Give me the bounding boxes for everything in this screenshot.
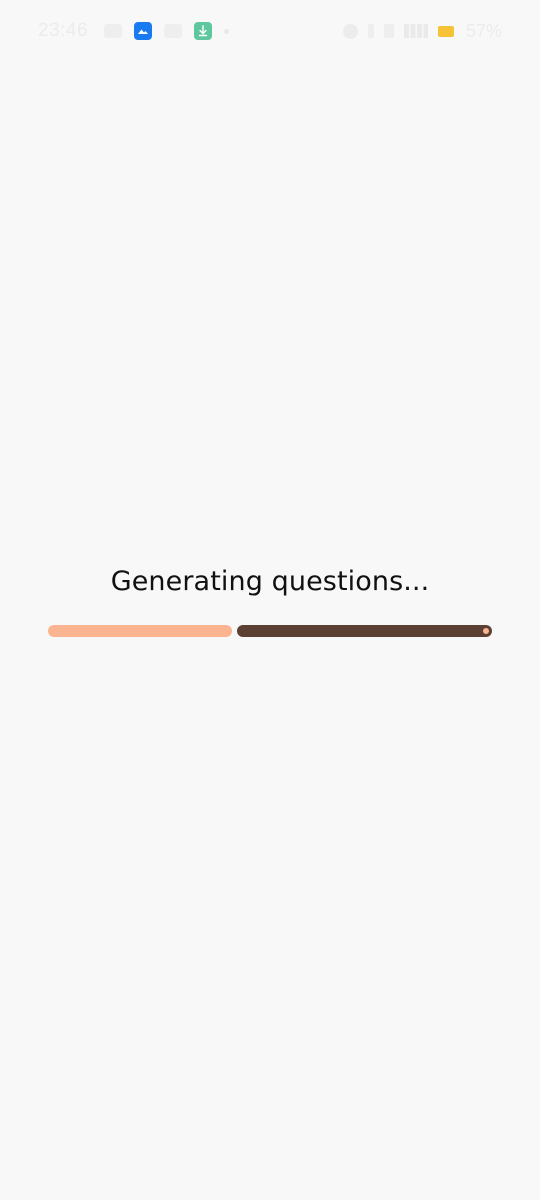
- bluetooth-icon: [367, 24, 374, 38]
- alarm-icon: [342, 23, 358, 39]
- status-bar: 23:46 57%: [0, 0, 540, 62]
- gallery-app-icon: [134, 22, 153, 40]
- status-time: 23:46: [38, 20, 89, 41]
- progress-indicator-dot: [483, 628, 489, 634]
- status-bar-right: 57%: [333, 18, 502, 44]
- status-bar-left: 23:46: [38, 18, 241, 44]
- progress-segment-active: [237, 625, 492, 637]
- signal-icon: [403, 24, 428, 38]
- loading-title: Generating questions...: [110, 566, 430, 597]
- vibrate-icon: [383, 24, 394, 38]
- notification-icon: [104, 24, 123, 38]
- download-app-icon: [194, 22, 213, 40]
- dot-icon: [224, 28, 230, 34]
- battery-percentage: 57%: [465, 20, 502, 41]
- battery-icon: [437, 25, 454, 37]
- screenshot-icon: [164, 24, 183, 38]
- progress-bar: [48, 625, 492, 637]
- progress-segment-complete: [48, 625, 232, 637]
